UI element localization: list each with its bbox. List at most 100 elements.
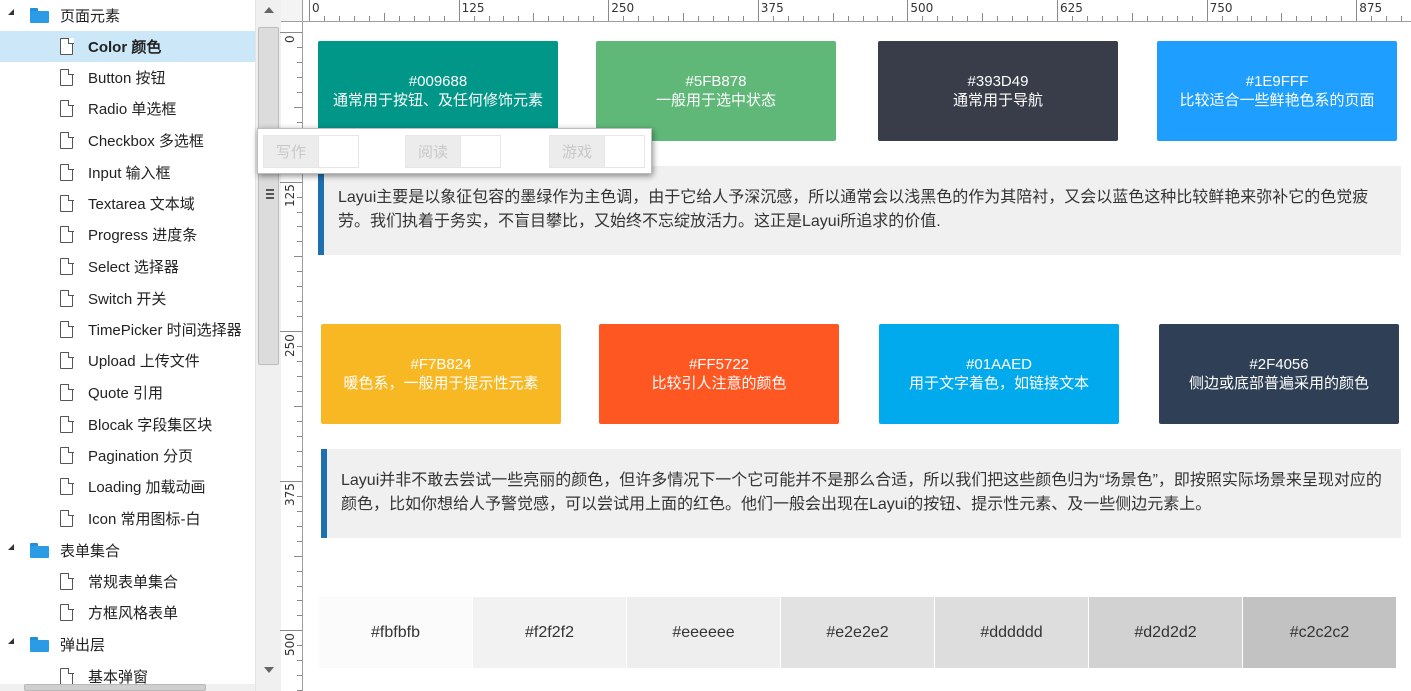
swatch-1e9fff: #1E9FFF 比较适合一些鲜艳色系的页面 — [1157, 41, 1397, 141]
tree-group-popups[interactable]: 弹出层 — [0, 629, 255, 660]
tab-label[interactable]: 游戏 — [549, 135, 605, 168]
ruler-tick — [297, 450, 302, 452]
tree-item-label: Radio 单选框 — [88, 101, 177, 118]
ruler-tick — [1191, 16, 1193, 21]
ruler-tick — [294, 256, 302, 258]
tree-item-label: TimePicker 时间选择器 — [88, 322, 242, 339]
ruler-tick — [297, 301, 302, 303]
sidebar-horizontal-scroll-thumb[interactable] — [24, 684, 206, 691]
tab-gaming[interactable]: 游戏 — [549, 135, 645, 168]
document-icon — [60, 257, 74, 275]
ruler-tick — [297, 121, 302, 123]
tree-item-color[interactable]: Color 颜色 — [0, 31, 255, 62]
scroll-up-arrow-icon[interactable] — [264, 7, 274, 13]
ruler-tick — [1221, 16, 1223, 21]
ruler-tick — [697, 16, 699, 21]
ruler-tick — [1266, 16, 1268, 21]
ruler-tick — [653, 16, 655, 21]
tree-item-input[interactable]: Input 输入框 — [0, 157, 255, 188]
tree-item-progress[interactable]: Progress 进度条 — [0, 219, 255, 250]
tree-item-label: Pagination 分页 — [88, 448, 194, 465]
expand-triangle-icon[interactable] — [8, 638, 14, 644]
tab-label[interactable]: 阅读 — [405, 135, 461, 168]
ruler-label: 0 — [312, 1, 320, 15]
ruler-tick — [297, 76, 302, 78]
tree-group-page-elements[interactable]: 页面元素 — [0, 0, 255, 31]
tree-item-switch[interactable]: Switch 开关 — [0, 283, 255, 314]
tree-item-quote[interactable]: Quote 引用 — [0, 377, 255, 408]
ruler-label: 0 — [283, 34, 297, 43]
tree-item-radio[interactable]: Radio 单选框 — [0, 93, 255, 124]
tree-item-pagination[interactable]: Pagination 分页 — [0, 440, 255, 471]
sidebar-vertical-scrollbar[interactable] — [255, 0, 281, 691]
tab-label[interactable]: 写作 — [263, 135, 319, 168]
ruler-tick — [297, 585, 302, 587]
sidebar-scroll-thumb[interactable] — [258, 27, 279, 365]
swatch-hex: #FF5722 — [688, 356, 750, 373]
tab-reading[interactable]: 阅读 — [405, 135, 501, 168]
tree-item-block[interactable]: Blocak 字段集区块 — [0, 409, 255, 440]
ruler-tick — [297, 241, 302, 243]
scroll-down-arrow-icon[interactable] — [264, 667, 274, 673]
blockquote-primary-colors: Layui主要是以象征包容的墨绿作为主色调，由于它给人予深沉感，所以通常会以浅黑… — [318, 166, 1401, 255]
ruler-tick — [368, 16, 370, 21]
tab-input-box[interactable] — [461, 135, 501, 168]
ruler-tick — [323, 16, 325, 21]
swatch-description: 暖色系，一般用于提示性元素 — [343, 375, 539, 392]
tab-input-box[interactable] — [605, 135, 645, 168]
sidebar-horizontal-scrollbar[interactable] — [0, 684, 255, 691]
ruler-tick — [297, 420, 302, 422]
ruler-tick — [952, 16, 954, 21]
ruler-tick — [297, 600, 302, 602]
swatch-2f4056: #2F4056 侧边或底部普遍采用的颜色 — [1159, 324, 1399, 424]
ruler-tick — [772, 16, 774, 21]
tree-item-label: Blocak 字段集区块 — [88, 417, 213, 434]
ruler-tick — [1086, 16, 1088, 21]
ruler-tick — [294, 106, 302, 108]
tab-input-box[interactable] — [319, 135, 359, 168]
document-icon — [60, 383, 74, 401]
tree-item-icon[interactable]: Icon 常用图标-白 — [0, 503, 255, 534]
document-icon — [60, 225, 74, 243]
ruler-tick — [297, 226, 302, 228]
ruler-tick — [892, 16, 894, 21]
ruler-tick — [297, 211, 302, 213]
ruler-label: 875 — [1359, 1, 1383, 15]
tree-item-label: Quote 引用 — [88, 385, 164, 402]
document-icon — [60, 320, 74, 338]
document-icon — [60, 131, 74, 149]
document-icon — [60, 289, 74, 307]
tree-item-regular-form[interactable]: 常规表单集合 — [0, 566, 255, 597]
ruler-tick — [428, 16, 430, 21]
ruler-tick — [1161, 16, 1163, 21]
tree-item-checkbox[interactable]: Checkbox 多选框 — [0, 125, 255, 156]
ruler-tick — [280, 480, 302, 482]
tree-item-label: 常规表单集合 — [88, 574, 179, 591]
swatch-hex: #01AAED — [966, 356, 1032, 373]
tree-item-button[interactable]: Button 按钮 — [0, 62, 255, 93]
tree-group-forms[interactable]: 表单集合 — [0, 535, 255, 566]
ruler-tick — [982, 13, 984, 21]
tab-writing[interactable]: 写作 — [263, 135, 359, 168]
tree-item-upload[interactable]: Upload 上传文件 — [0, 345, 255, 376]
expand-triangle-icon[interactable] — [8, 544, 14, 550]
tree-item-textarea[interactable]: Textarea 文本域 — [0, 188, 255, 219]
tree-group-label: 页面元素 — [60, 8, 121, 25]
tree-group-label: 弹出层 — [60, 637, 106, 654]
ruler-tick — [280, 331, 302, 333]
tree-item-label: Switch 开关 — [88, 291, 167, 308]
horizontal-ruler: 0 125 250 375 500 625 750 875 — [281, 0, 1411, 22]
swatch-hex: #5FB878 — [685, 73, 747, 90]
document-icon — [60, 477, 74, 495]
tree-item-label: Checkbox 多选框 — [88, 133, 204, 150]
tree-item-timepicker[interactable]: TimePicker 时间选择器 — [0, 314, 255, 345]
expand-triangle-icon[interactable] — [8, 9, 14, 15]
tree-item-loading[interactable]: Loading 加载动画 — [0, 471, 255, 502]
tree-item-select[interactable]: Select 选择器 — [0, 251, 255, 282]
gray-cell-f2f2f2: #f2f2f2 — [473, 597, 626, 668]
tree-item-label: Button 按钮 — [88, 70, 166, 87]
ruler-tick — [280, 32, 302, 33]
ruler-tick — [413, 16, 415, 21]
tree-item-box-form[interactable]: 方框风格表单 — [0, 597, 255, 628]
tree-item-label: Loading 加载动画 — [88, 479, 206, 496]
